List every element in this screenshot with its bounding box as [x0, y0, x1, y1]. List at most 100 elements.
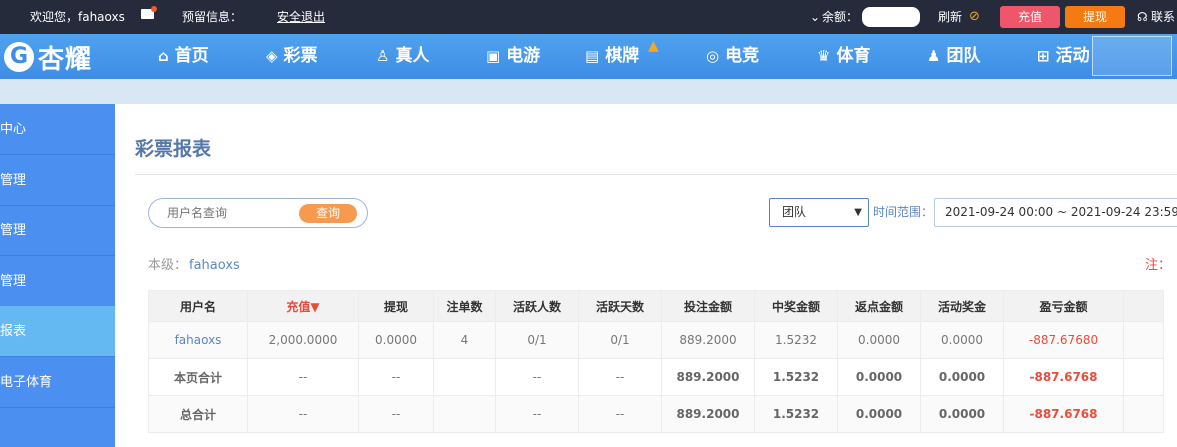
cell-bet-amount: 889.2000: [661, 395, 755, 433]
mail-icon[interactable]: [141, 6, 157, 19]
divider: [135, 174, 1177, 175]
table-row-grand-total: 总合计 -- -- -- -- 889.2000 1.5232 0.0000 0…: [148, 395, 1164, 433]
slots-icon: ▣: [486, 47, 501, 65]
search-button[interactable]: 查询: [299, 204, 357, 223]
cell-extra: [1123, 358, 1164, 396]
welcome-text: 欢迎您，fahaoxs: [30, 10, 125, 24]
page-title: 彩票报表: [135, 138, 212, 160]
table-row: fahaoxs 2,000.0000 0.0000 4 0/1 0/1 889.…: [148, 321, 1164, 359]
col-rebate[interactable]: 返点金额: [837, 290, 921, 322]
team-icon: ♟: [927, 47, 941, 65]
reserved-info-label: 预留信息：: [182, 10, 243, 24]
gamepad-icon: ◎: [706, 47, 720, 65]
banner-strip: [0, 79, 1177, 104]
cell-rebate: 0.0000: [837, 358, 921, 396]
cell-bets: [433, 395, 496, 433]
nav-item-lottery[interactable]: ◈ 彩票: [266, 34, 318, 79]
cell-bonus: 0.0000: [920, 395, 1004, 433]
logo-mark-icon: G: [4, 42, 34, 72]
cell-profit: -887.6768: [1003, 395, 1124, 433]
cell-profit: -887.67680: [1003, 321, 1124, 359]
cell-active-days: --: [578, 395, 662, 433]
chevron-down-icon: ▼: [854, 207, 862, 218]
cell-withdraw: --: [358, 395, 434, 433]
cell-active-users: --: [495, 358, 579, 396]
chevron-down-icon[interactable]: ⌄: [810, 0, 820, 34]
cell-active-days: 0/1: [578, 321, 662, 359]
logo[interactable]: G 杏耀: [4, 38, 92, 76]
hot-fire-icon: ▲: [648, 38, 659, 54]
cell-extra: [1123, 395, 1164, 433]
nav-item-slots[interactable]: ▣ 电游: [486, 34, 540, 79]
nav-item-esports[interactable]: ◎ 电竞: [706, 34, 759, 79]
cell-profit: -887.6768: [1003, 358, 1124, 396]
cell-bonus: 0.0000: [920, 321, 1004, 359]
col-bonus[interactable]: 活动奖金: [920, 290, 1004, 322]
level-user-link[interactable]: fahaoxs: [189, 258, 240, 273]
balance-value-mask: [862, 7, 920, 27]
cell-recharge: --: [247, 395, 359, 433]
cell-win-amount: 1.5232: [754, 358, 838, 396]
cell-bets: 4: [433, 321, 496, 359]
headset-icon: ☊: [1137, 10, 1148, 24]
nav-item-activity[interactable]: ⊞ 活动: [1037, 34, 1090, 79]
nav-item-cards[interactable]: ▤ 棋牌: [585, 34, 639, 79]
col-bets[interactable]: 注单数: [433, 290, 496, 322]
sidebar: 中心 管理 管理 管理 报表 电子体育: [0, 104, 115, 447]
col-withdraw[interactable]: 提现: [358, 290, 434, 322]
trophy-icon: ♛: [817, 47, 831, 65]
col-bet-amount[interactable]: 投注金额: [661, 290, 755, 322]
sidebar-item-manage-3[interactable]: 管理: [0, 256, 115, 307]
refresh-link[interactable]: 刷新: [938, 0, 962, 34]
col-profit[interactable]: 盈亏金额: [1003, 290, 1124, 322]
nav-item-home[interactable]: ⌂ 首页: [158, 34, 209, 79]
cell-bonus: 0.0000: [920, 358, 1004, 396]
sidebar-item-esports[interactable]: 电子体育: [0, 357, 115, 408]
nav-item-team[interactable]: ♟ 团队: [927, 34, 980, 79]
sidebar-item-manage-2[interactable]: 管理: [0, 205, 115, 256]
main-content: 彩票报表 查询 团队 ▼ 时间范围： 2021-09-24 00:00 ~ 20…: [115, 104, 1177, 447]
team-select[interactable]: 团队 ▼: [769, 198, 869, 227]
recharge-button[interactable]: 充值: [1000, 6, 1060, 28]
cell-extra: [1123, 321, 1164, 359]
contact-link[interactable]: 联系: [1151, 0, 1175, 34]
col-active-users[interactable]: 活跃人数: [495, 290, 579, 322]
nav-item-live[interactable]: ♙ 真人: [376, 34, 429, 79]
nav-item-sports[interactable]: ♛ 体育: [817, 34, 870, 79]
cell-bet-amount: 889.2000: [661, 358, 755, 396]
cell-rebate: 0.0000: [837, 395, 921, 433]
sidebar-item-center[interactable]: 中心: [0, 104, 115, 155]
search-input[interactable]: [167, 199, 287, 227]
cell-active-users: --: [495, 395, 579, 433]
logo-text: 杏耀: [38, 44, 93, 75]
cell-label: 本页合计: [148, 358, 248, 396]
home-icon: ⌂: [158, 47, 169, 65]
sidebar-item-manage-1[interactable]: 管理: [0, 155, 115, 206]
level-label: 本级：: [148, 258, 188, 273]
report-table: 用户名 充值▼ 提现 注单数 活跃人数 活跃天数 投注金额 中奖金额 返点金额 …: [148, 290, 1164, 433]
col-win-amount[interactable]: 中奖金额: [754, 290, 838, 322]
cell-active-users: 0/1: [495, 321, 579, 359]
table-row-page-total: 本页合计 -- -- -- -- 889.2000 1.5232 0.0000 …: [148, 358, 1164, 396]
col-recharge[interactable]: 充值▼: [247, 290, 359, 322]
main-nav: G 杏耀 ⌂ 首页 ◈ 彩票 ♙ 真人 ▣ 电游 ▤ 棋牌 ▲ ◎ 电竞 ♛ 体育 ♟ 团队 ⊞…: [0, 34, 1177, 79]
sidebar-item-report[interactable]: 报表: [0, 306, 115, 357]
withdraw-button[interactable]: 提现: [1065, 6, 1125, 28]
search-box: 查询: [148, 198, 368, 228]
col-username: 用户名: [148, 290, 248, 322]
top-bar: 欢迎您，fahaoxs 预留信息： 安全退出 ⌄ 余额： 刷新 ⊘ 充值 提现 …: [0, 0, 1177, 34]
cell-win-amount: 1.5232: [754, 321, 838, 359]
time-range-input[interactable]: 2021-09-24 00:00 ~ 2021-09-24 23:59: [934, 198, 1177, 227]
eye-hidden-icon[interactable]: ⊘: [969, 0, 980, 34]
cell-rebate: 0.0000: [837, 321, 921, 359]
col-active-days[interactable]: 活跃天数: [578, 290, 662, 322]
cell-bet-amount: 889.2000: [661, 321, 755, 359]
cell-bets: [433, 358, 496, 396]
cell-recharge: --: [247, 358, 359, 396]
lottery-icon: ◈: [266, 47, 278, 65]
team-select-value: 团队: [782, 205, 807, 219]
live-icon: ♙: [376, 47, 390, 65]
cell-active-days: --: [578, 358, 662, 396]
cell-username[interactable]: fahaoxs: [148, 321, 248, 359]
logout-link[interactable]: 安全退出: [277, 0, 325, 34]
